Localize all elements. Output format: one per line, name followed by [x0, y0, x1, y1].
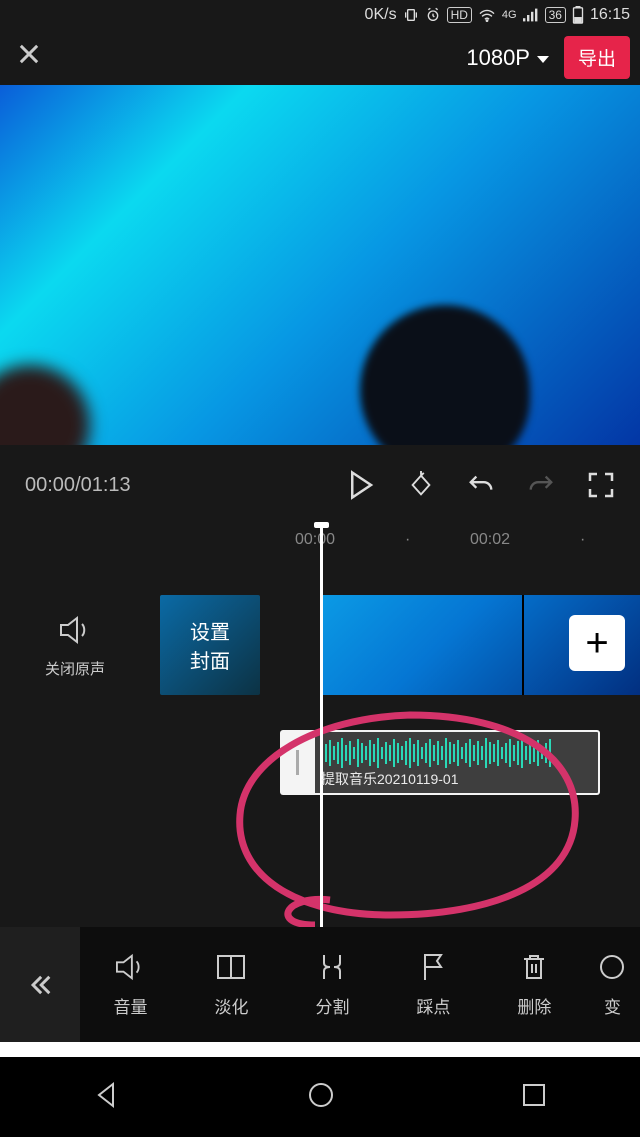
split-icon	[318, 951, 346, 983]
alarm-icon	[425, 7, 441, 23]
redo-button[interactable]	[527, 471, 555, 499]
resolution-selector[interactable]: 1080P	[466, 45, 550, 71]
collapse-toolbar-button[interactable]	[0, 927, 80, 1042]
add-clip-button[interactable]: +	[569, 615, 625, 671]
battery-icon	[572, 6, 584, 24]
vibrate-icon	[403, 7, 419, 23]
fade-icon	[216, 951, 246, 983]
ruler-tick: 00:00	[295, 531, 335, 549]
video-preview[interactable]	[0, 85, 640, 445]
undo-button[interactable]	[467, 471, 495, 499]
playhead[interactable]	[320, 525, 323, 940]
close-button[interactable]	[15, 38, 43, 77]
ruler-tick: 00:02	[470, 531, 510, 549]
net-gen: 4G	[502, 9, 517, 21]
audio-track[interactable]: 提取音乐20210119-01	[280, 730, 600, 795]
wifi-icon	[478, 8, 496, 22]
battery-badge: 36	[545, 7, 566, 23]
speaker-icon	[114, 951, 146, 983]
tool-speed[interactable]: 变	[585, 951, 640, 1018]
clock-time: 16:15	[590, 6, 630, 24]
tool-volume[interactable]: 音量	[80, 951, 181, 1018]
audio-clip-label: 提取音乐20210119-01	[321, 769, 592, 789]
playback-row: 00:00/01:13	[0, 445, 640, 525]
ruler-dot: ·	[405, 531, 410, 549]
play-button[interactable]	[347, 471, 375, 499]
resolution-label: 1080P	[466, 45, 530, 71]
tool-delete[interactable]: 删除	[484, 951, 585, 1018]
timeline[interactable]: 关闭原声 设置 封面 + 提取音乐20210119-01	[0, 560, 640, 930]
hd-badge: HD	[447, 7, 472, 23]
audio-waveform	[315, 737, 598, 769]
nav-back-button[interactable]	[93, 1081, 121, 1114]
nav-recents-button[interactable]	[521, 1082, 547, 1113]
trash-icon	[521, 951, 547, 983]
mute-original-button[interactable]: 关闭原声	[30, 615, 120, 679]
nav-home-button[interactable]	[306, 1080, 336, 1115]
plus-icon: +	[585, 621, 608, 666]
time-display: 00:00/01:13	[25, 474, 327, 497]
keyframe-button[interactable]	[407, 471, 435, 499]
fullscreen-button[interactable]	[587, 471, 615, 499]
tool-fade[interactable]: 淡化	[181, 951, 282, 1018]
top-bar: 1080P 导出	[0, 30, 640, 85]
footer-strip	[0, 1042, 640, 1057]
net-speed: 0K/s	[365, 6, 397, 24]
status-bar: 0K/s HD 4G 36 16:15	[0, 0, 640, 30]
speed-icon	[598, 951, 626, 983]
caret-down-icon	[536, 45, 550, 71]
tool-beat[interactable]: 踩点	[383, 951, 484, 1018]
signal-icon	[523, 8, 539, 22]
export-button[interactable]: 导出	[564, 36, 630, 79]
system-nav-bar	[0, 1057, 640, 1137]
ruler-dot: ·	[580, 531, 585, 549]
bottom-toolbar: 音量 淡化 分割 踩点 删除	[0, 927, 640, 1042]
flag-icon	[420, 951, 446, 983]
audio-handle[interactable]	[280, 730, 315, 795]
mute-label: 关闭原声	[30, 658, 120, 679]
speaker-icon	[58, 632, 92, 649]
set-cover-button[interactable]: 设置 封面	[160, 595, 260, 695]
tool-split[interactable]: 分割	[282, 951, 383, 1018]
